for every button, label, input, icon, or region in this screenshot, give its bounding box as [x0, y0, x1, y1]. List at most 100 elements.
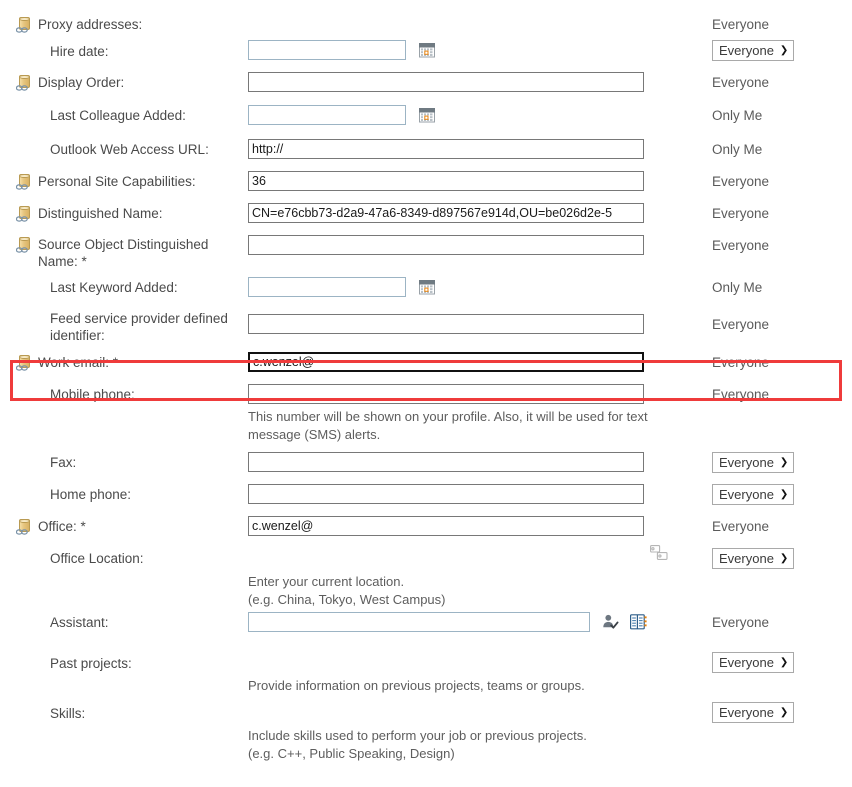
privacy-dropdown[interactable]: Everyone ❯	[712, 652, 795, 673]
display-order-input[interactable]	[248, 72, 644, 92]
calendar-icon[interactable]	[418, 107, 435, 123]
mobile-phone-helper-text: This number will be shown on your profil…	[248, 409, 648, 442]
privacy-cell-skills: Everyone ❯	[680, 699, 852, 723]
label-cell-personal-site-capabilities: Personal Site Capabilities:	[0, 168, 248, 190]
form-row-past-projects: Past projects: Provide information on pr…	[0, 649, 852, 699]
hire-date-input[interactable]	[248, 40, 406, 60]
mobile-phone-input[interactable]	[248, 384, 644, 404]
address-book-icon[interactable]	[630, 614, 647, 633]
privacy-cell-past-projects: Everyone ❯	[680, 649, 852, 673]
label-cell-assistant: Assistant:	[0, 607, 248, 631]
form-row-proxy-addresses: Proxy addresses: Everyone	[0, 0, 852, 36]
link-glyph	[16, 247, 28, 253]
source-object-distinguished-name-input[interactable]	[248, 235, 644, 255]
chevron-down-icon: ❯	[779, 456, 789, 468]
privacy-cell-outlook-web-access-url: Only Me	[680, 136, 852, 158]
copy-tags-icon[interactable]	[650, 545, 668, 564]
field-cell-office-location: Enter your current location. (e.g. China…	[248, 545, 680, 609]
privacy-cell-office: Everyone	[680, 513, 852, 535]
label-cell-hire-date: Hire date:	[0, 36, 248, 60]
field-cell-personal-site-capabilities	[248, 168, 680, 191]
outlook-web-access-url-input[interactable]	[248, 139, 644, 159]
label-cell-source-object-distinguished-name: Source Object Distinguished Name: *	[0, 232, 248, 270]
person-check-icon[interactable]	[602, 614, 619, 633]
form-row-mobile-phone: Mobile phone: This number will be shown …	[0, 381, 852, 449]
database-link-icon	[16, 237, 33, 253]
field-label: Skills:	[50, 706, 86, 721]
field-label: Last Colleague Added:	[50, 108, 186, 123]
database-link-icon	[16, 355, 33, 371]
field-label: Office Location:	[50, 551, 144, 566]
privacy-dropdown[interactable]: Everyone ❯	[712, 548, 795, 569]
label-cell-display-order: Display Order:	[0, 69, 248, 91]
field-label: Past projects:	[50, 656, 132, 671]
privacy-value: Everyone	[719, 655, 774, 670]
privacy-dropdown[interactable]: Everyone ❯	[712, 452, 795, 473]
database-link-icon	[16, 174, 33, 190]
label-cell-last-keyword-added: Last Keyword Added:	[0, 273, 248, 296]
privacy-value: Everyone	[719, 43, 774, 58]
personal-site-capabilities-input[interactable]	[248, 171, 644, 191]
feed-service-provider-defined-identifier-input[interactable]	[248, 314, 644, 334]
user-profile-properties-form: Proxy addresses: Everyone Hire date: Eve…	[0, 0, 852, 761]
chevron-down-icon: ❯	[779, 552, 789, 564]
form-row-skills: Skills: Include skills used to perform y…	[0, 699, 852, 761]
privacy-cell-feed-service-provider-defined-identifier: Everyone	[680, 306, 852, 333]
database-link-icon	[16, 519, 33, 535]
fax-input[interactable]	[248, 452, 644, 472]
label-cell-fax: Fax:	[0, 449, 248, 471]
chevron-down-icon: ❯	[779, 488, 789, 500]
calendar-icon[interactable]	[418, 279, 435, 295]
field-cell-office	[248, 513, 680, 536]
work-email-input[interactable]	[248, 352, 644, 372]
office-input[interactable]	[248, 516, 644, 536]
privacy-cell-home-phone: Everyone ❯	[680, 481, 852, 505]
form-row-office: Office: * Everyone	[0, 513, 852, 545]
last-colleague-added-input[interactable]	[248, 105, 406, 125]
database-link-icon	[16, 206, 33, 222]
distinguished-name-input[interactable]	[248, 203, 644, 223]
form-row-display-order: Display Order: Everyone	[0, 69, 852, 101]
link-glyph	[16, 85, 28, 91]
link-glyph	[16, 216, 28, 222]
label-cell-distinguished-name: Distinguished Name:	[0, 200, 248, 222]
privacy-cell-source-object-distinguished-name: Everyone	[680, 232, 852, 254]
field-cell-outlook-web-access-url	[248, 136, 680, 159]
field-cell-hire-date	[248, 36, 680, 60]
privacy-dropdown[interactable]: Everyone ❯	[712, 484, 795, 505]
privacy-dropdown[interactable]: Everyone ❯	[712, 702, 795, 723]
privacy-cell-display-order: Everyone	[680, 69, 852, 91]
form-row-feed-service-provider-defined-identifier: Feed service provider defined identifier…	[0, 306, 852, 346]
field-label: Last Keyword Added:	[50, 280, 178, 295]
assistant-people-picker-input[interactable]	[248, 612, 590, 632]
field-label: Hire date:	[50, 44, 109, 59]
privacy-value: Everyone	[712, 75, 770, 90]
privacy-cell-work-email: Everyone	[680, 346, 852, 371]
field-label: Distinguished Name:	[38, 206, 163, 221]
link-glyph	[16, 27, 28, 33]
privacy-dropdown[interactable]: Everyone ❯	[712, 40, 795, 61]
field-cell-work-email	[248, 346, 680, 372]
last-keyword-added-input[interactable]	[248, 277, 406, 297]
home-phone-input[interactable]	[248, 484, 644, 504]
form-row-assistant: Assistant: Everyone	[0, 607, 852, 649]
skills-helper-text: Include skills used to perform your job …	[248, 728, 587, 743]
field-cell-last-keyword-added	[248, 273, 680, 297]
form-row-office-location: Office Location: Enter your current loca…	[0, 545, 852, 607]
calendar-icon[interactable]	[418, 42, 435, 58]
form-row-fax: Fax: Everyone ❯	[0, 449, 852, 481]
field-label: Assistant:	[50, 615, 109, 630]
privacy-cell-hire-date: Everyone ❯	[680, 36, 852, 61]
label-cell-past-projects: Past projects:	[0, 649, 248, 672]
office-location-helper-text: Enter your current location.	[248, 574, 405, 589]
privacy-value: Only Me	[712, 142, 763, 157]
form-row-last-keyword-added: Last Keyword Added: Only Me	[0, 273, 852, 306]
label-cell-last-colleague-added: Last Colleague Added:	[0, 101, 248, 124]
privacy-value: Only Me	[712, 280, 763, 295]
field-cell-mobile-phone: This number will be shown on your profil…	[248, 381, 680, 444]
form-row-home-phone: Home phone: Everyone ❯	[0, 481, 852, 513]
form-row-source-object-distinguished-name: Source Object Distinguished Name: * Ever…	[0, 232, 852, 273]
link-glyph	[16, 365, 28, 371]
privacy-cell-mobile-phone: Everyone	[680, 381, 852, 403]
field-label: Office: *	[38, 519, 86, 534]
